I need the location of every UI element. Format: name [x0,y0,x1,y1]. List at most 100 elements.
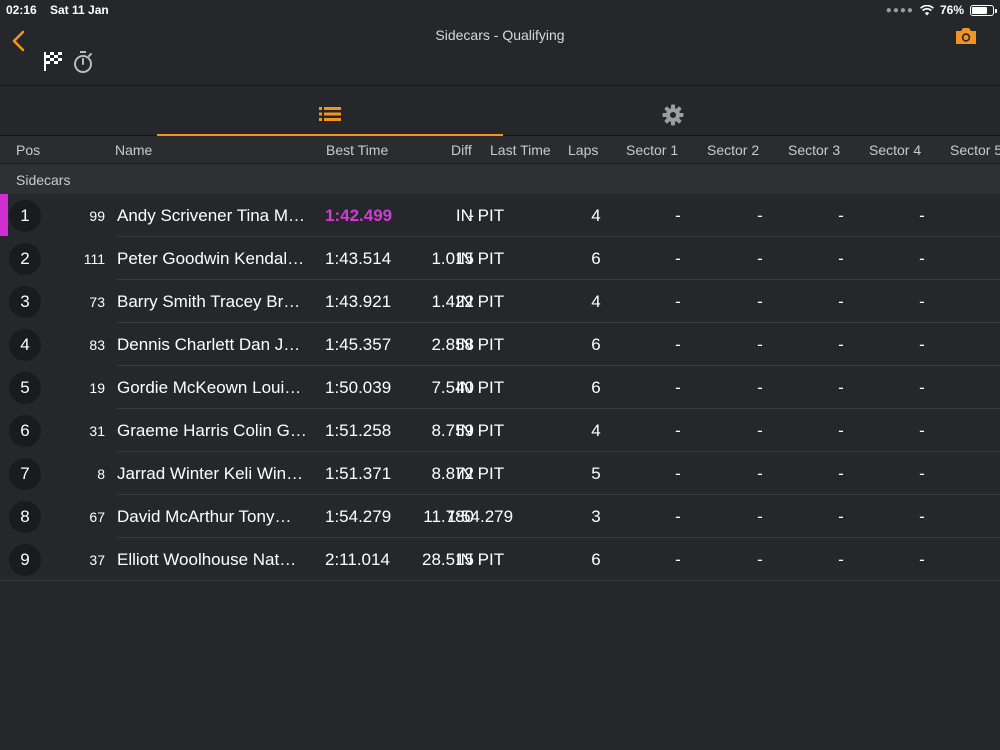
col-laps[interactable]: Laps [568,142,598,158]
sector-4: - [919,507,925,526]
best-time: 1:50.039 [325,378,392,397]
col-sector-2[interactable]: Sector 2 [707,142,759,158]
best-time: 2:11.014 [325,550,390,569]
table-row[interactable]: 1 99 Andy Scrivener Tina M… 1:42.499 - IN PIT… [0,194,1000,237]
sector-3: - [838,335,844,354]
sector-3: - [838,550,844,569]
row-divider [0,580,1000,581]
battery-icon [970,4,997,16]
sector-3: - [838,464,844,483]
laps: 3 [591,507,601,526]
sector-1: - [675,464,681,483]
tab-bar [0,94,1000,136]
table-row[interactable]: 9 37 Elliott Woolhouse Nat… 2:11.014 28.515 I… [0,538,1000,581]
sector-3: - [838,249,844,268]
competitor-name: Jarrad Winter Keli Win… [117,464,304,483]
sector-3: - [838,292,844,311]
best-time: 1:42.499 [325,206,393,225]
table-row[interactable]: 7 8 Jarrad Winter Keli Win… 1:51.371 8.872 IN… [0,452,1000,495]
sector-4: - [919,378,925,397]
signal-icon: ●●●● [885,4,914,16]
competitor-name: Graeme Harris Colin G… [117,421,307,440]
sector-2: - [757,292,763,311]
table-row[interactable]: 4 83 Dennis Charlett Dan J… 1:45.357 2.858 IN… [0,323,1000,366]
table-row[interactable]: 8 67 David McArthur Tony… 1:54.279 11.780 1:5… [0,495,1000,538]
competitor-number: 8 [97,466,105,482]
position-badge: 6 [9,415,41,447]
sector-2: - [757,464,763,483]
competitor-number: 99 [89,208,105,224]
battery-fill [972,6,988,14]
position-badge: 5 [9,372,41,404]
competitor-number: 67 [89,509,105,525]
status-right: ●●●● 76% [885,3,997,17]
best-time: 1:45.357 [325,335,392,354]
sector-1: - [675,335,681,354]
position-badge: 2 [9,243,41,275]
table-row[interactable]: 5 19 Gordie McKeown Loui… 1:50.039 7.540 IN P… [0,366,1000,409]
laps: 6 [591,335,601,354]
laps: 6 [591,550,601,569]
laps: 5 [591,464,601,483]
status-date: Sat 11 Jan [50,3,109,17]
last-time: IN PIT [455,464,505,483]
competitor-number: 31 [89,423,105,439]
checkered-flag-icon[interactable] [42,50,64,72]
laps: 4 [591,421,601,440]
position-badge: 3 [9,286,41,318]
sector-1: - [675,206,681,225]
position-badge: 9 [9,544,41,576]
col-diff[interactable]: Diff [451,142,472,158]
tab-settings[interactable] [503,94,843,136]
sector-1: - [675,421,681,440]
sector-3: - [838,421,844,440]
last-time: IN PIT [455,292,505,311]
laps: 4 [591,206,601,225]
last-time: IN PIT [455,421,505,440]
table-row[interactable]: 2 111 Peter Goodwin Kendal… 1:43.514 1.015 IN… [0,237,1000,280]
sector-2: - [757,550,763,569]
group-label: Sidecars [16,172,71,188]
sector-1: - [675,292,681,311]
competitor-name: David McArthur Tony… [117,507,292,526]
competitor-number: 37 [89,552,105,568]
status-bar: 02:16 Sat 11 Jan ●●●● 76% [0,0,1000,20]
sector-4: - [919,464,925,483]
laps: 6 [591,249,601,268]
table-row[interactable]: 3 73 Barry Smith Tracey Br… 1:43.921 1.422 IN… [0,280,1000,323]
gear-icon [662,104,684,126]
sector-2: - [757,206,763,225]
best-time: 1:43.921 [325,292,392,311]
col-sector-5[interactable]: Sector 5 [950,142,1000,158]
col-last-time[interactable]: Last Time [490,142,551,158]
col-name[interactable]: Name [115,142,152,158]
sector-2: - [757,421,763,440]
col-pos[interactable]: Pos [16,142,40,158]
sector-2: - [757,249,763,268]
sector-4: - [919,335,925,354]
sector-3: - [838,378,844,397]
stopwatch-icon[interactable] [72,50,94,74]
battery-percent: 76% [939,3,964,17]
nav-bar: Sidecars - Qualifying [0,20,1000,86]
results-list: 1 99 Andy Scrivener Tina M… 1:42.499- IN PIT… [0,194,1000,581]
camera-icon[interactable] [954,26,978,46]
tab-results-list[interactable] [157,94,503,136]
laps: 4 [591,292,601,311]
col-sector-4[interactable]: Sector 4 [869,142,921,158]
competitor-name: Andy Scrivener Tina M… [117,206,306,225]
last-time: IN PIT [455,378,505,397]
last-time: IN PIT [455,249,505,268]
table-row[interactable]: 6 31 Graeme Harris Colin G… 1:51.258 8.759 IN… [0,409,1000,452]
sector-1: - [675,507,681,526]
sector-4: - [919,421,925,440]
competitor-number: 19 [89,380,105,396]
col-sector-3[interactable]: Sector 3 [788,142,840,158]
col-best-time[interactable]: Best Time [326,142,388,158]
sector-1: - [675,249,681,268]
last-time: IN PIT [455,550,505,569]
col-sector-1[interactable]: Sector 1 [626,142,678,158]
sector-3: - [838,507,844,526]
position-badge: 1 [9,200,41,232]
competitor-name: Peter Goodwin Kendal… [117,249,305,268]
